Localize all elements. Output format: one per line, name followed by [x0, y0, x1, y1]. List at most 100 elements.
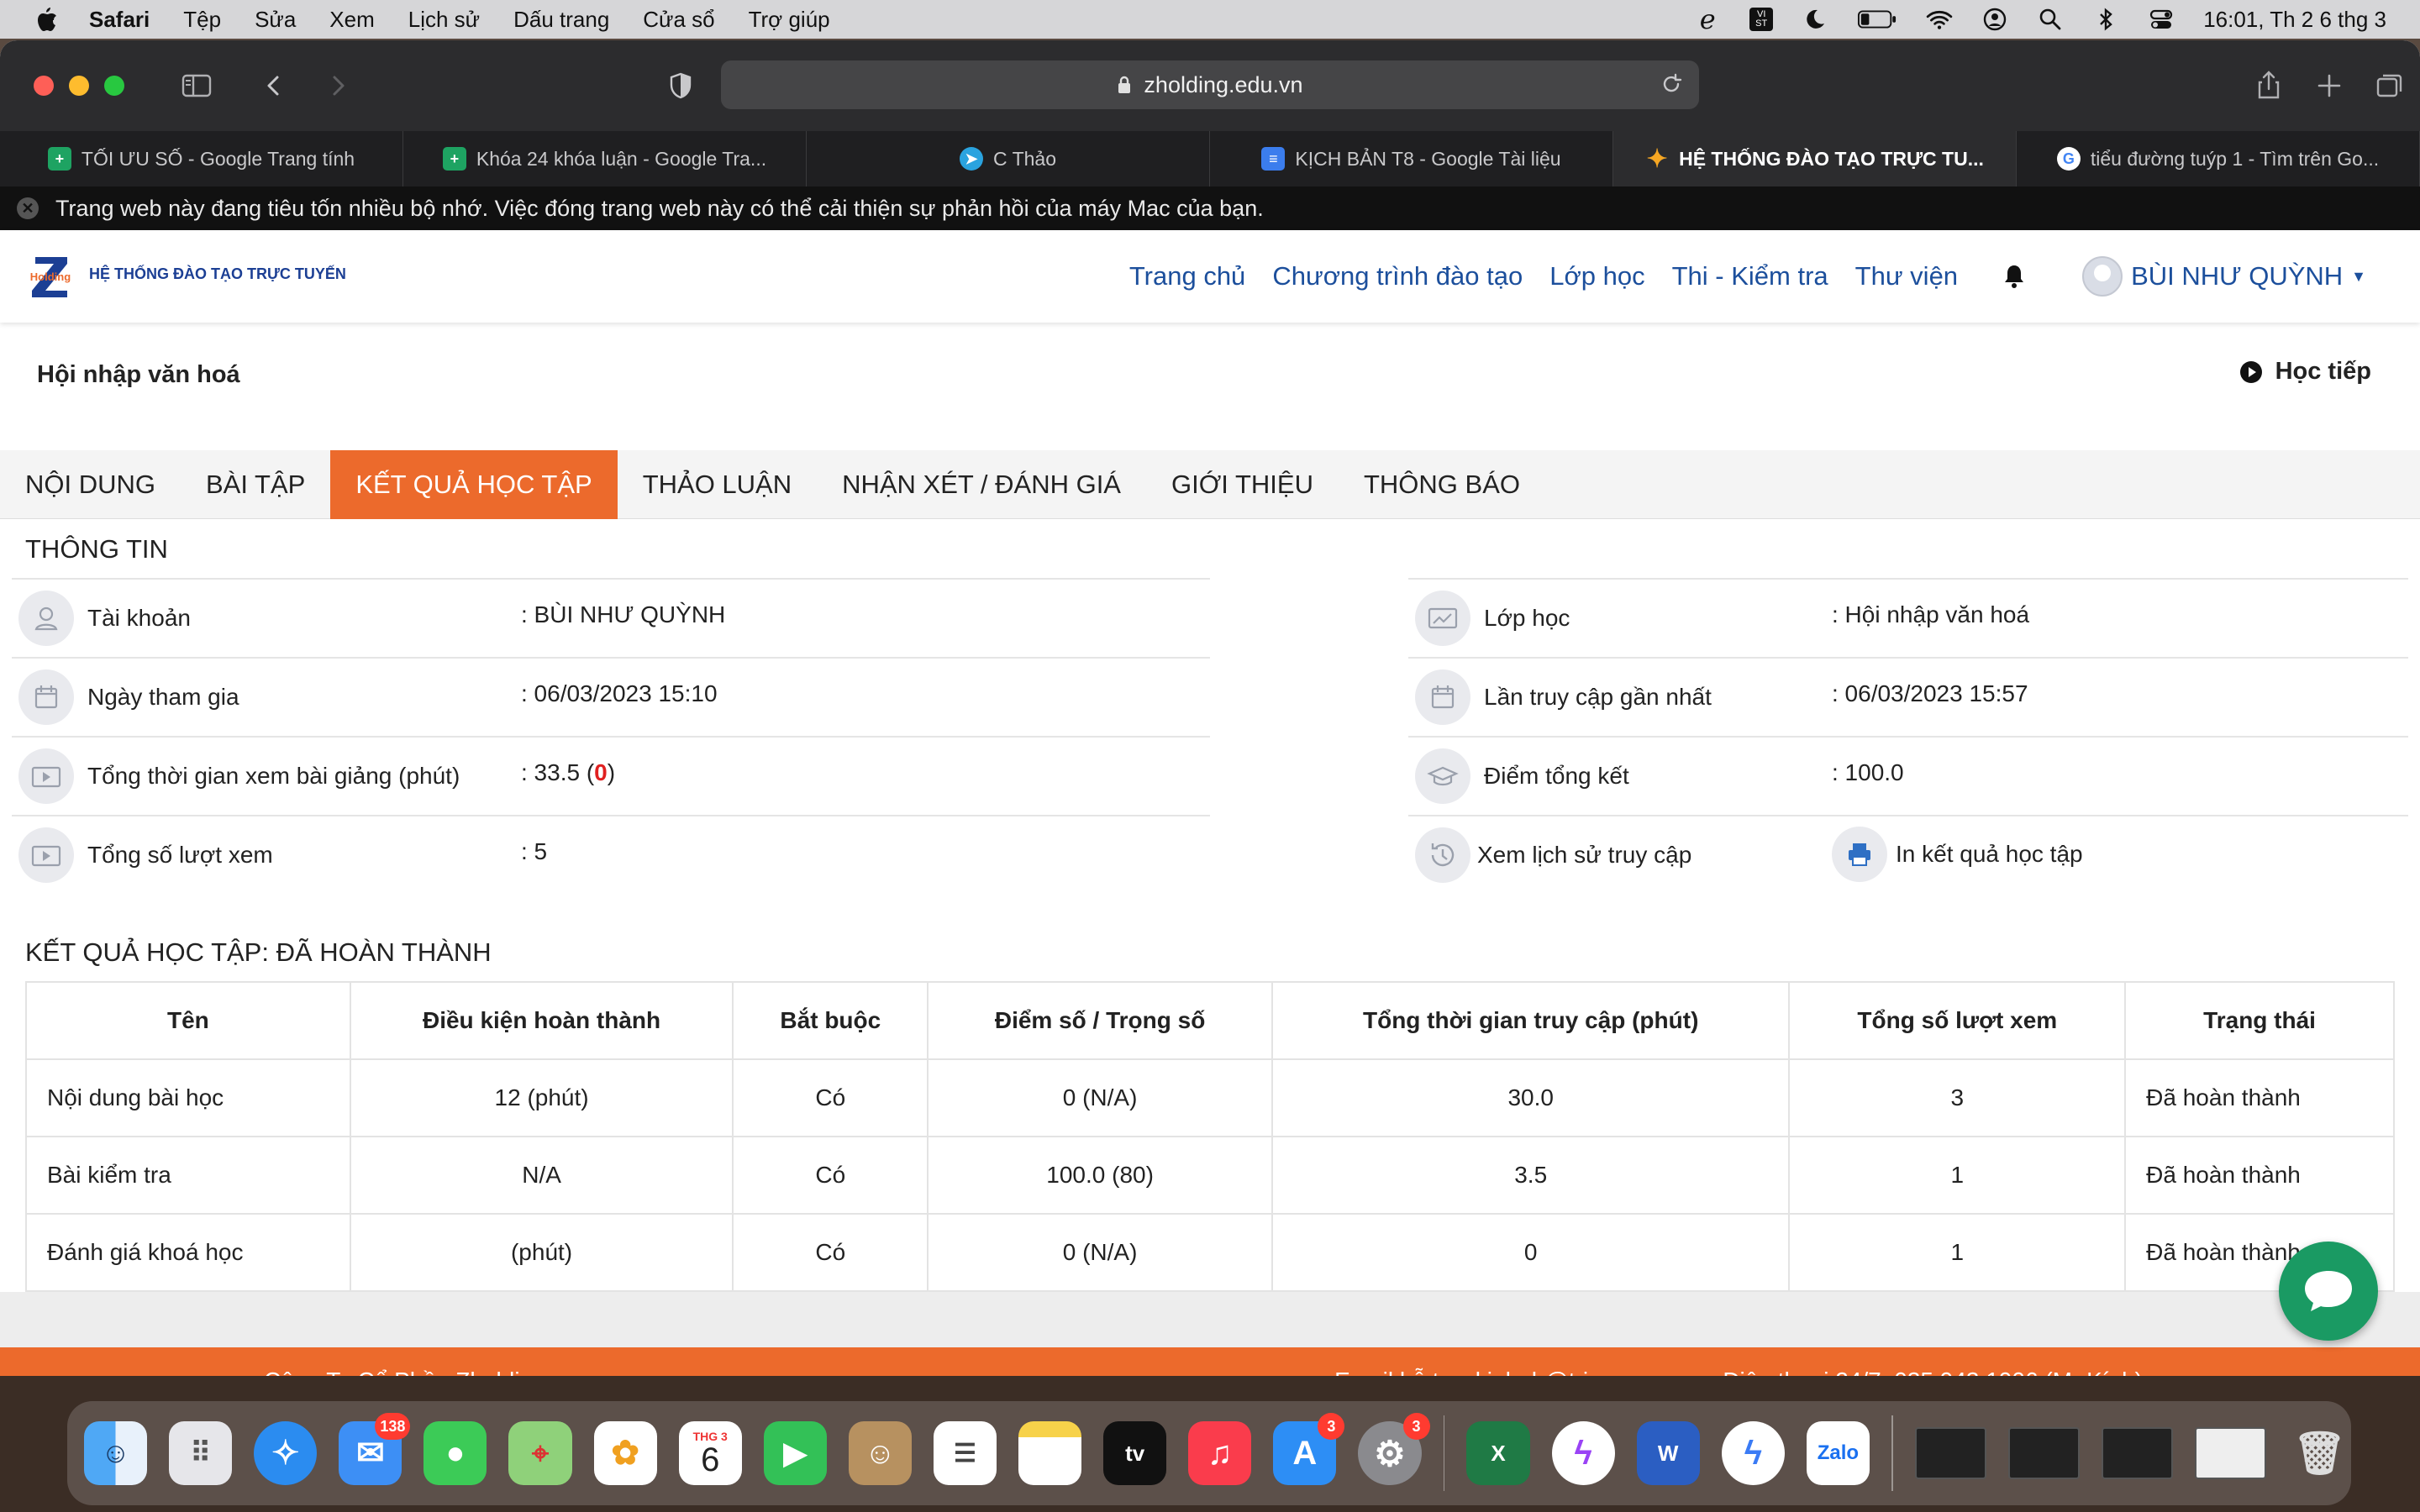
- cell-score: 0 (N/A): [927, 1213, 1273, 1292]
- launchpad-icon[interactable]: ⠿: [169, 1421, 233, 1485]
- site-header: Holding HỆ THỐNG ĐÀO TẠO TRỰC TUYẾN Tran…: [0, 230, 2420, 323]
- share-icon[interactable]: [2247, 64, 2291, 108]
- minimized-window-thumbnail[interactable]: [2194, 1427, 2266, 1479]
- bell-icon[interactable]: [2000, 262, 2028, 291]
- menu-bookmarks[interactable]: Dấu trang: [513, 7, 609, 33]
- user-menu[interactable]: BÙI NHƯ QUỲNH ▼: [2082, 256, 2366, 297]
- music-icon[interactable]: ♫: [1188, 1421, 1252, 1485]
- privacy-shield-icon[interactable]: [659, 64, 702, 108]
- facetime-icon[interactable]: ▶: [763, 1421, 827, 1485]
- safari-window: zholding.edu.vn + TỐI ƯU SỐ - Google Tra…: [0, 40, 2420, 1376]
- nav-home[interactable]: Trang chủ: [1129, 261, 1245, 291]
- close-window-button[interactable]: [34, 76, 54, 96]
- reload-icon[interactable]: [1659, 71, 1684, 97]
- photos-icon[interactable]: ✿: [593, 1421, 657, 1485]
- cell-name: Đánh giá khoá học: [25, 1213, 351, 1292]
- finder-icon[interactable]: ☺: [84, 1421, 148, 1485]
- maps-icon[interactable]: ⌖: [508, 1421, 572, 1485]
- tab-results[interactable]: KẾT QUẢ HỌC TẬP: [330, 450, 618, 519]
- browser-tab[interactable]: ≡ KỊCH BẢN T8 - Google Tài liệu: [1210, 131, 1613, 186]
- contacts-icon[interactable]: ☺: [848, 1421, 912, 1485]
- apple-menu-icon[interactable]: [34, 6, 59, 33]
- browser-tab[interactable]: + TỐI ƯU SỐ - Google Trang tính: [0, 131, 403, 186]
- nav-exams[interactable]: Thi - Kiểm tra: [1672, 261, 1828, 291]
- tab-introduction[interactable]: GIỚI THIỆU: [1146, 450, 1339, 519]
- menu-view[interactable]: Xem: [329, 7, 374, 33]
- user-switch-icon[interactable]: [1981, 7, 2008, 32]
- calendar-app-icon[interactable]: THG 3 6: [678, 1421, 742, 1485]
- search-icon[interactable]: [2037, 7, 2064, 32]
- minimize-window-button[interactable]: [69, 76, 89, 96]
- excel-icon[interactable]: X: [1466, 1421, 1530, 1485]
- continue-learning-button[interactable]: Học tiếp: [2238, 358, 2371, 386]
- zoom-window-button[interactable]: [104, 76, 124, 96]
- tab-reviews[interactable]: NHẬN XÉT / ĐÁNH GIÁ: [817, 450, 1146, 519]
- messenger-icon[interactable]: ϟ: [1551, 1421, 1615, 1485]
- browser-tab[interactable]: + Khóa 24 khóa luận - Google Tra...: [403, 131, 807, 186]
- mail-icon[interactable]: ✉ 138: [339, 1413, 411, 1485]
- calendar-icon: [18, 669, 74, 725]
- chat-widget-button[interactable]: [2279, 1242, 2378, 1341]
- reminders-icon[interactable]: ☰: [933, 1421, 997, 1485]
- system-settings-icon[interactable]: ⚙ 3: [1358, 1413, 1430, 1485]
- cell-score: 0 (N/A): [927, 1058, 1273, 1137]
- browser-tab[interactable]: G tiểu đường tuýp 1 - Tìm trên Go...: [2017, 131, 2420, 186]
- menu-history[interactable]: Lịch sử: [408, 7, 480, 33]
- tv-label: tv: [1125, 1440, 1145, 1466]
- menu-edit[interactable]: Sửa: [255, 7, 296, 33]
- trash-icon[interactable]: 🗑: [2288, 1421, 2351, 1485]
- cell-condition: 12 (phút): [349, 1058, 734, 1137]
- zholding-logo[interactable]: Holding: [25, 254, 76, 301]
- forward-icon[interactable]: [316, 64, 360, 108]
- wifi-icon[interactable]: [1926, 7, 1953, 32]
- lock-icon: [1118, 76, 1131, 93]
- minimized-window-thumbnail[interactable]: [2101, 1427, 2173, 1479]
- messages-icon[interactable]: ●: [424, 1421, 487, 1485]
- sidebar-toggle-icon[interactable]: [175, 64, 218, 108]
- moon-icon[interactable]: [1802, 7, 1828, 32]
- apple-tv-icon[interactable]: tv: [1103, 1421, 1167, 1485]
- nav-programs[interactable]: Chương trình đào tạo: [1272, 261, 1523, 291]
- tab-content[interactable]: NỘI DUNG: [0, 450, 181, 519]
- menu-app-safari[interactable]: Safari: [89, 7, 150, 33]
- script-e-icon[interactable]: e: [1694, 3, 1721, 35]
- nav-library[interactable]: Thư viện: [1855, 261, 1958, 291]
- browser-tab-active[interactable]: ✦ HỆ THỐNG ĐÀO TẠO TRỰC TU...: [1613, 131, 2017, 186]
- info-section-title: THÔNG TIN: [25, 534, 168, 564]
- table-header-row: Tên Điều kiện hoàn thành Bắt buộc Điểm s…: [25, 981, 2395, 1060]
- nav-classes[interactable]: Lớp học: [1549, 261, 1644, 291]
- notes-icon[interactable]: [1018, 1421, 1082, 1485]
- tab-exercises[interactable]: BÀI TẬP: [181, 450, 330, 519]
- tab-announcements[interactable]: THÔNG BÁO: [1339, 450, 1545, 519]
- print-results-button[interactable]: In kết quả học tập: [1832, 827, 2083, 882]
- control-center-icon[interactable]: [2148, 7, 2175, 32]
- safari-icon[interactable]: ✧: [254, 1421, 318, 1485]
- menubar-clock[interactable]: 16:01, Th 2 6 thg 3: [2203, 7, 2386, 33]
- bluetooth-icon[interactable]: [2092, 7, 2119, 32]
- telegram-icon: ➤: [959, 147, 983, 171]
- footer-contact: Email hỗ trợ: kinhnh@trinam.com.vn Điện …: [1334, 1368, 2143, 1376]
- battery-icon[interactable]: [1857, 7, 1897, 32]
- menu-help[interactable]: Trợ giúp: [749, 7, 830, 33]
- info-value: : 06/03/2023 15:57: [1832, 680, 2028, 706]
- close-icon[interactable]: ✕: [17, 197, 39, 219]
- app-store-icon[interactable]: A3: [1273, 1413, 1345, 1485]
- address-bar[interactable]: zholding.edu.vn: [721, 60, 1699, 109]
- menu-file[interactable]: Tệp: [183, 7, 221, 33]
- minimized-window-thumbnail[interactable]: [1914, 1427, 1986, 1479]
- tab-overview-icon[interactable]: [2368, 64, 2412, 108]
- menu-window[interactable]: Cửa sổ: [643, 7, 714, 33]
- browser-tab[interactable]: ➤ C Thảo: [807, 131, 1210, 186]
- input-source-icon[interactable]: VI ST: [1749, 8, 1774, 31]
- tab-discussion[interactable]: THẢO LUẬN: [618, 450, 817, 519]
- minimized-window-thumbnail[interactable]: [2007, 1427, 2080, 1479]
- history-link[interactable]: Xem lịch sử truy cập: [1477, 842, 1691, 869]
- zalo-icon[interactable]: Zalo: [1806, 1421, 1870, 1485]
- word-icon[interactable]: W: [1636, 1421, 1700, 1485]
- messenger-alt-icon[interactable]: ϟ: [1721, 1421, 1785, 1485]
- back-icon[interactable]: [252, 64, 296, 108]
- history-icon[interactable]: [1415, 827, 1470, 883]
- col-header-views: Tổng số lượt xem: [1788, 981, 2127, 1060]
- new-tab-icon[interactable]: [2307, 64, 2351, 108]
- avatar: [2082, 256, 2123, 297]
